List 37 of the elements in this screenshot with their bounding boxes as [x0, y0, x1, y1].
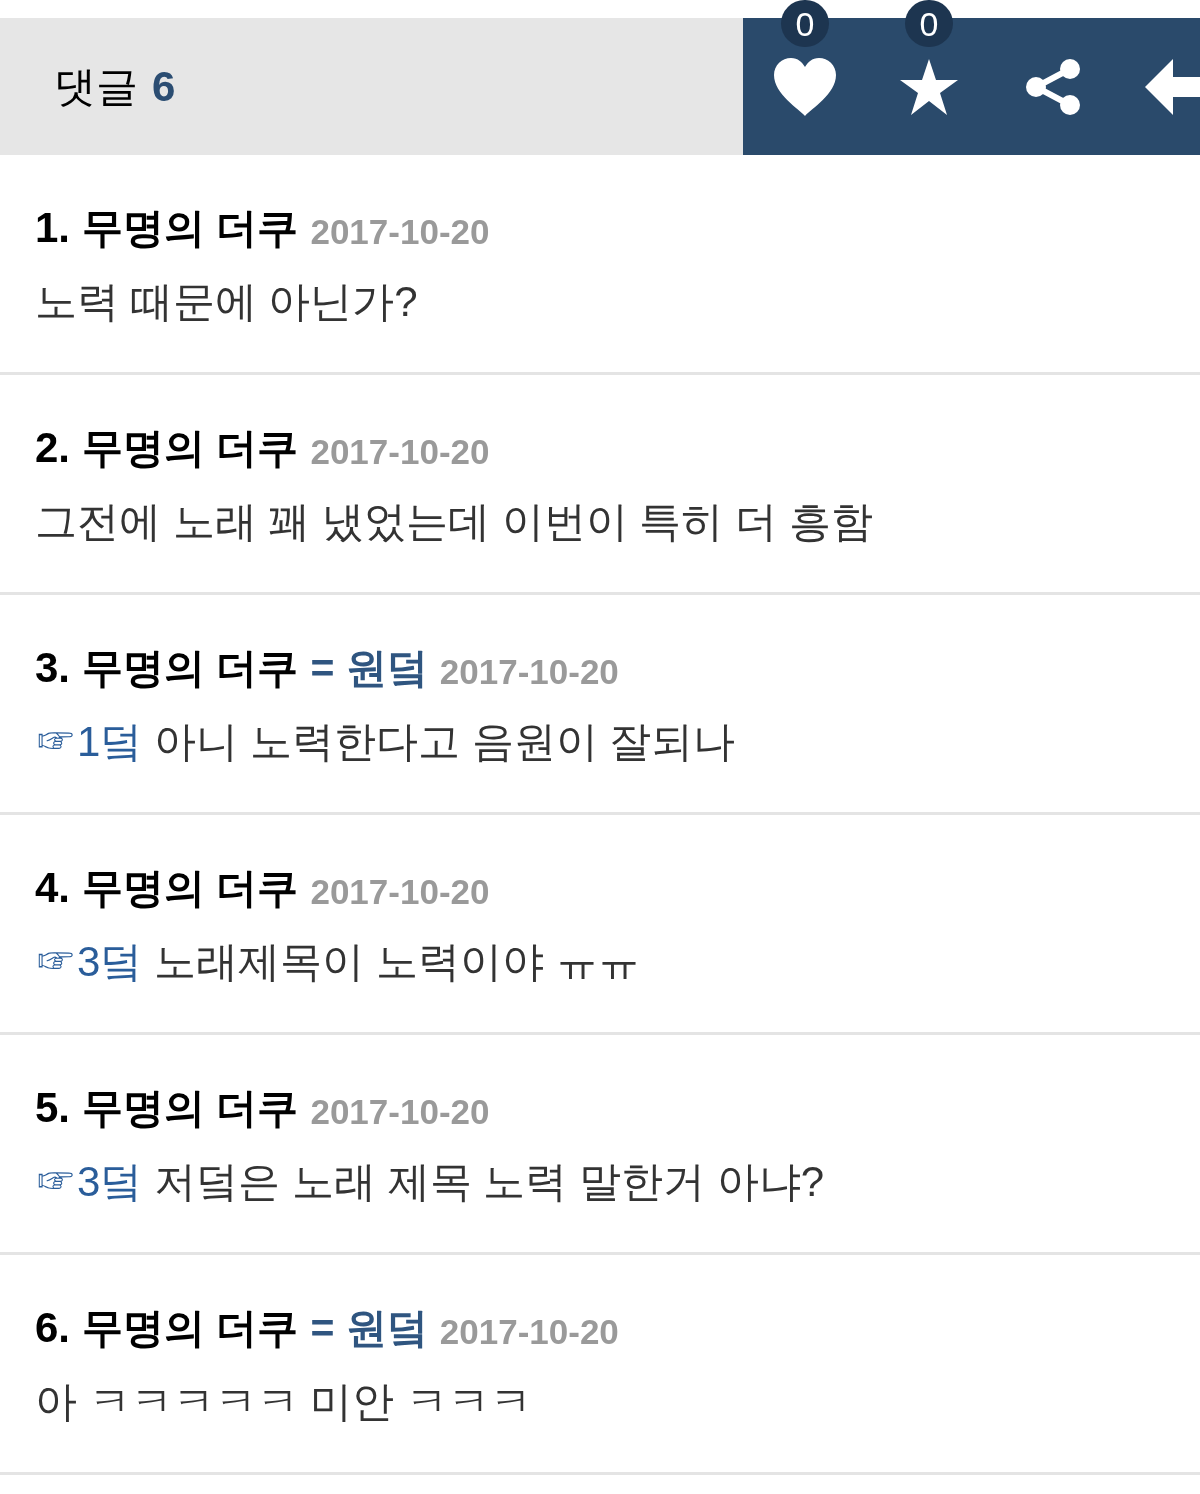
comment-text: 아니 노력한다고 음원이 잘되나 — [154, 721, 736, 763]
comment-number: 1. — [35, 207, 71, 249]
comment-text: 아 ㅋㅋㅋㅋㅋ 미안 ㅋㅋㅋ — [35, 1381, 532, 1423]
author-name: 무명의 더쿠 — [82, 1307, 299, 1349]
comment-date: 2017-10-20 — [310, 1093, 490, 1129]
share-icon — [1025, 58, 1081, 115]
comment-date: 2017-10-20 — [310, 873, 490, 909]
comment-number: 6. — [35, 1307, 71, 1349]
comment-text: 노래제목이 노력이야 ㅠㅠ — [154, 941, 640, 983]
comment-number: 4. — [35, 867, 71, 909]
comment-date: 2017-10-20 — [310, 433, 490, 469]
comment-date: 2017-10-20 — [310, 213, 490, 249]
comment-text: 노력 때문에 아닌가? — [35, 281, 418, 323]
comment-count: 6 — [152, 65, 176, 108]
author-name: 무명의 더쿠 — [82, 647, 299, 689]
comment-text: 그전에 노래 꽤 냈었는데 이번이 특히 더 흥함 — [35, 501, 873, 543]
author-tag: = 원덬 — [310, 1307, 428, 1349]
reply-link[interactable]: ☞3덬 — [35, 941, 143, 983]
count-badge: 0 — [781, 0, 829, 47]
comment-number: 2. — [35, 427, 71, 469]
reply-link[interactable]: ☞1덬 — [35, 721, 143, 763]
back-arrow-icon — [1145, 58, 1200, 115]
comment-number: 3. — [35, 647, 71, 689]
comment-date: 2017-10-20 — [439, 653, 619, 689]
author-name: 무명의 더쿠 — [82, 427, 299, 469]
comment-text: 저덬은 노래 제목 노력 말한거 아냐? — [154, 1161, 825, 1203]
heart-icon — [774, 57, 836, 116]
author-name: 무명의 더쿠 — [82, 207, 299, 249]
author-name: 무명의 더쿠 — [82, 867, 299, 909]
comment-number: 5. — [35, 1087, 71, 1129]
author-name: 무명의 더쿠 — [82, 1087, 299, 1129]
comment-date: 2017-10-20 — [439, 1313, 619, 1349]
author-tag: = 원덬 — [310, 647, 428, 689]
reply-link[interactable]: ☞3덬 — [35, 1161, 143, 1203]
star-icon — [900, 58, 958, 115]
comments-title: 댓글 — [54, 65, 138, 108]
count-badge: 0 — [905, 0, 953, 47]
